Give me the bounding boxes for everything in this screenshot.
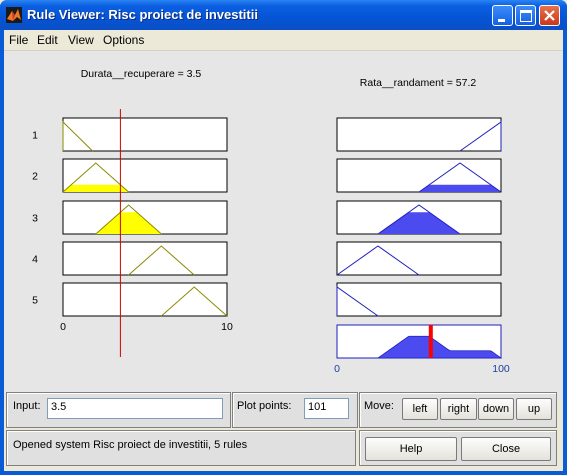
move-panel: Move: left right down up: [359, 392, 557, 428]
action-panel: Help Close: [359, 430, 557, 466]
close-button[interactable]: Close: [461, 437, 551, 461]
plot-points-panel: Plot points: 101: [232, 392, 358, 428]
input-mf-axes: [62, 241, 228, 276]
window-title: Rule Viewer: Risc proiect de investitii: [27, 7, 258, 22]
input-axis-max-tick: 10: [221, 321, 233, 333]
plot-points-label: Plot points:: [237, 400, 292, 412]
menu-edit[interactable]: Edit: [37, 33, 58, 47]
help-button[interactable]: Help: [365, 437, 457, 461]
rule-number: 4: [32, 254, 38, 266]
output-mf-axes: [336, 117, 502, 152]
status-panel: Opened system Risc proiect de investitii…: [6, 430, 356, 466]
move-up-button[interactable]: up: [516, 398, 552, 420]
maximize-button[interactable]: [515, 5, 536, 26]
menu-view[interactable]: View: [68, 33, 94, 47]
input-axis-min-tick: 0: [60, 321, 66, 333]
output-mf-axes: [336, 282, 502, 317]
status-text: Opened system Risc proiect de investitii…: [13, 439, 248, 451]
rule-number: 5: [32, 295, 38, 307]
matlab-logo-icon: [6, 7, 22, 23]
app-window: Rule Viewer: Risc proiect de investitii …: [0, 0, 567, 475]
menu-file[interactable]: File: [9, 33, 28, 47]
rule-number: 1: [32, 130, 38, 142]
close-window-button[interactable]: [539, 5, 560, 26]
close-icon: [544, 10, 555, 21]
client-area: File Edit View Options 1 2 3 4 5 Durata__rec…: [4, 30, 563, 471]
input-variable-label: Durata__recuperare = 3.5: [81, 68, 202, 80]
minimize-button[interactable]: [492, 5, 513, 26]
rule-number: 2: [32, 171, 38, 183]
output-variable-label: Rata__randament = 57.2: [360, 77, 477, 89]
input-panel: Input: 3.5: [6, 392, 231, 428]
input-mf-axes: [62, 282, 228, 317]
rule-plots[interactable]: 1 2 3 4 5 Durata__recuperare = 3.5 Rata__ran…: [4, 51, 563, 401]
move-down-button[interactable]: down: [478, 398, 514, 420]
title-bar[interactable]: Rule Viewer: Risc proiect de investitii: [0, 0, 567, 30]
menu-bar: File Edit View Options: [4, 30, 563, 51]
output-mf-axes: [336, 241, 502, 276]
output-axis-min-tick: 0: [334, 363, 340, 375]
plot-points-field[interactable]: 101: [304, 398, 349, 419]
minimize-icon: [498, 19, 505, 22]
input-label: Input:: [13, 400, 41, 412]
maximize-icon: [520, 10, 532, 22]
menu-options[interactable]: Options: [103, 33, 144, 47]
input-field[interactable]: 3.5: [47, 398, 223, 419]
move-left-button[interactable]: left: [402, 398, 438, 420]
move-label: Move:: [364, 400, 394, 412]
move-right-button[interactable]: right: [440, 398, 477, 420]
rule-number: 3: [32, 213, 38, 225]
output-axis-max-tick: 100: [492, 363, 510, 375]
rule-plot-area: 1 2 3 4 5 Durata__recuperare = 3.5 Rata__ran…: [4, 51, 563, 401]
